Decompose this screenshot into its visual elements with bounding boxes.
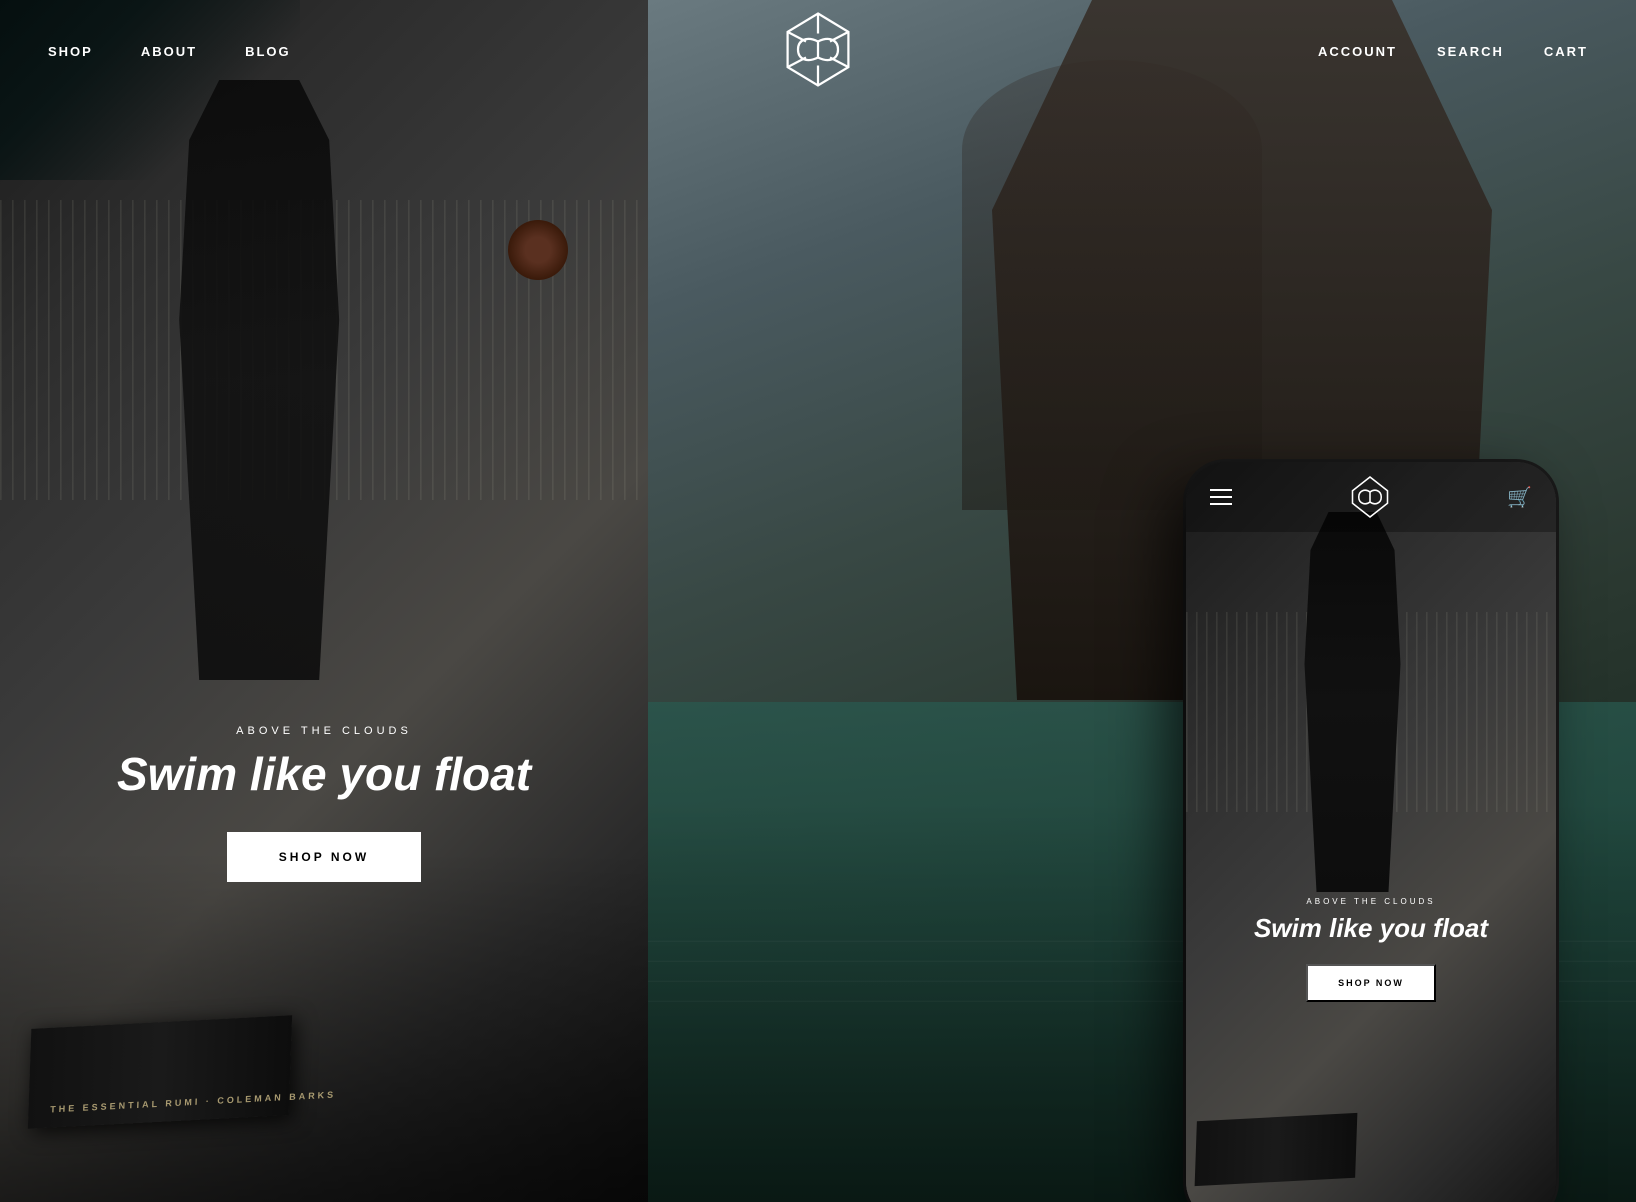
left-hero-text: ABOVE THE CLOUDS Swim like you float SHO… [0,725,648,882]
phone-logo [1345,472,1395,522]
nav-right: ACCOUNT SEARCH CART [1318,44,1588,59]
hamburger-line-1 [1210,489,1232,491]
phone-screen: 🛒 ABOVE THE CLOUDS Swim like you float S… [1186,462,1556,1202]
phone-mockup: 🛒 ABOVE THE CLOUDS Swim like you float S… [1186,462,1556,1202]
nav-shop[interactable]: SHOP [48,44,93,59]
hero-container: THE ESSENTIAL RUMI · COLEMAN BARKS ABOVE… [0,0,1636,1202]
woman-silhouette [962,60,1262,510]
phone-eyebrow: ABOVE THE CLOUDS [1186,897,1556,906]
phone-headline: Swim like you float [1186,914,1556,944]
nav-cart[interactable]: CART [1544,44,1588,59]
phone-hero-text: ABOVE THE CLOUDS Swim like you float SHO… [1186,897,1556,1002]
hamburger-line-2 [1210,496,1232,498]
nav-search[interactable]: SEARCH [1437,44,1504,59]
hamburger-icon[interactable] [1210,489,1232,505]
hero-headline: Swim like you float [0,749,648,800]
shop-now-button[interactable]: SHOP NOW [227,832,421,882]
phone-cart-icon[interactable]: 🛒 [1507,485,1532,510]
nav-blog[interactable]: BLOG [245,44,291,59]
nav-left: SHOP ABOUT BLOG [48,44,291,59]
phone-book-shape [1195,1113,1358,1186]
hamburger-line-3 [1210,503,1232,505]
nav-about[interactable]: ABOUT [141,44,197,59]
brush-shape [508,220,568,280]
main-nav: SHOP ABOUT BLOG ACCOU [0,0,1636,103]
right-panel: 🛒 ABOVE THE CLOUDS Swim like you float S… [648,0,1636,1202]
nav-account[interactable]: ACCOUNT [1318,44,1397,59]
phone-nav: 🛒 [1186,462,1556,532]
left-panel: THE ESSENTIAL RUMI · COLEMAN BARKS ABOVE… [0,0,648,1202]
brand-logo [778,9,858,89]
logo-center[interactable] [778,9,858,94]
hero-eyebrow: ABOVE THE CLOUDS [0,725,648,737]
phone-shop-now-button[interactable]: SHOP NOW [1306,964,1436,1002]
